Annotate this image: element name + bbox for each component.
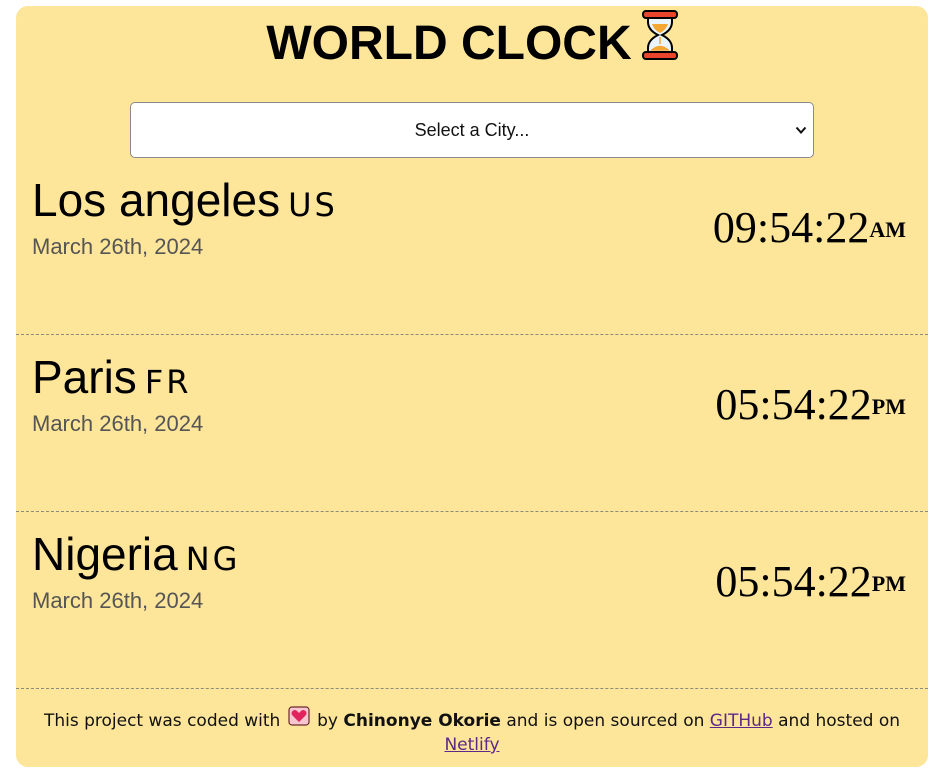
footer-text-by: by xyxy=(317,711,338,731)
footer-text-middle: and is open sourced on xyxy=(506,711,705,731)
page-title-text: WORLD CLOCK xyxy=(266,17,632,71)
chevron-down-icon xyxy=(795,123,807,141)
am-pm: PM xyxy=(871,394,906,419)
city-name-text: Los angeles xyxy=(32,174,281,226)
city-name-text: Nigeria xyxy=(32,528,178,580)
world-clock-card: WORLD CLOCK Select a City... Los angeles… xyxy=(16,6,928,767)
heart-icon xyxy=(288,706,310,732)
author-name: Chinonye Okorie xyxy=(343,711,501,731)
city-row-nigeria: Nigeria NG March 26th, 2024 05:54:22PM xyxy=(16,512,928,689)
footer: This project was coded with by Chinonye … xyxy=(16,706,928,756)
page-title: WORLD CLOCK xyxy=(16,10,928,77)
footer-text-before: This project was coded with xyxy=(43,711,281,731)
city-name-text: Paris xyxy=(32,351,137,403)
city-row-los-angeles: Los angeles US March 26th, 2024 09:54:22A… xyxy=(16,158,928,335)
time-value: 05:54:22 xyxy=(715,557,872,606)
country-code: US xyxy=(288,186,338,224)
country-code: NG xyxy=(185,540,241,578)
github-link[interactable]: GITHub xyxy=(710,711,773,731)
city-time: 05:54:22PM xyxy=(715,383,906,427)
time-value: 05:54:22 xyxy=(715,380,872,429)
city-time: 09:54:22AM xyxy=(713,206,906,250)
am-pm: PM xyxy=(871,571,906,596)
netlify-link[interactable]: Netlify xyxy=(444,735,499,755)
city-name: Paris FR xyxy=(32,351,191,408)
city-time: 05:54:22PM xyxy=(715,560,906,604)
city-name: Nigeria NG xyxy=(32,528,240,585)
city-select[interactable]: Select a City... xyxy=(130,102,814,158)
city-date: March 26th, 2024 xyxy=(32,234,204,259)
city-select-value: Select a City... xyxy=(414,120,530,140)
city-date: March 26th, 2024 xyxy=(32,411,204,436)
time-value: 09:54:22 xyxy=(712,203,870,252)
city-row-paris: Paris FR March 26th, 2024 05:54:22PM xyxy=(16,335,928,512)
city-date: March 26th, 2024 xyxy=(32,588,204,613)
hourglass-icon xyxy=(641,10,678,71)
city-name: Los angeles US xyxy=(32,174,338,231)
am-pm: AM xyxy=(869,217,906,242)
country-code: FR xyxy=(144,363,192,401)
footer-text-hosted: and hosted on xyxy=(778,711,901,731)
